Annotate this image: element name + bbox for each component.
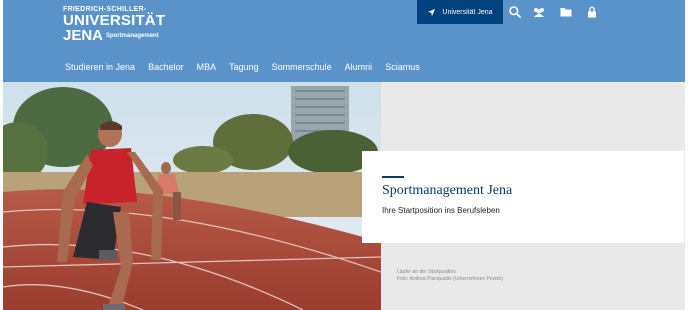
site-header: FRIEDRICH-SCHILLER- UNIVERSITÄT JENA Spor… — [3, 0, 685, 82]
photo-credit-line-1: Läufer an der Startposition — [397, 269, 456, 275]
main-navigation: Studieren in Jena Bachelor MBA Tagung So… — [65, 62, 433, 72]
university-logo[interactable]: FRIEDRICH-SCHILLER- UNIVERSITÄT JENA Spor… — [63, 6, 165, 44]
photo-credit: Läufer an der Startposition Foto: Andrea… — [397, 269, 503, 283]
folder-icon[interactable] — [559, 5, 573, 19]
title-accent-rule — [382, 176, 404, 178]
hero-title-card: Sportmanagement Jena Ihre Startposition … — [362, 151, 684, 243]
logo-jena: JENA — [63, 27, 104, 44]
logo-line-2: UNIVERSITÄT — [63, 12, 166, 29]
hero-section: Sportmanagement Jena Ihre Startposition … — [3, 82, 685, 310]
hero-title: Sportmanagement Jena — [382, 183, 513, 198]
nav-item-sciamus[interactable]: Sciamus — [385, 62, 420, 72]
nav-item-bachelor[interactable]: Bachelor — [148, 62, 184, 72]
search-icon[interactable] — [508, 5, 522, 19]
logo-subtitle: Sportmanagement — [106, 33, 159, 39]
nav-item-tagung[interactable]: Tagung — [229, 62, 259, 72]
nav-item-mba[interactable]: MBA — [197, 62, 217, 72]
user-group-icon[interactable] — [532, 5, 546, 19]
sprinter-illustration — [3, 82, 381, 310]
photo-credit-line-2: Foto: Andrea Piacquadio (Unternehmen Pex… — [397, 276, 504, 282]
navigation-arrow-icon — [428, 8, 436, 16]
lock-icon[interactable] — [585, 5, 599, 19]
university-jena-button[interactable]: Universität Jena — [417, 0, 503, 24]
hero-photo-sprinter — [3, 82, 381, 310]
nav-item-sommerschule[interactable]: Sommerschule — [272, 62, 332, 72]
logo-line-3: JENA Sportmanagement — [63, 28, 165, 44]
hero-subtitle: Ihre Startposition ins Berufsleben — [382, 206, 500, 215]
university-jena-label: Universität Jena — [442, 8, 493, 16]
nav-item-studieren[interactable]: Studieren in Jena — [65, 62, 135, 72]
nav-item-alumni[interactable]: Alumni — [345, 62, 373, 72]
